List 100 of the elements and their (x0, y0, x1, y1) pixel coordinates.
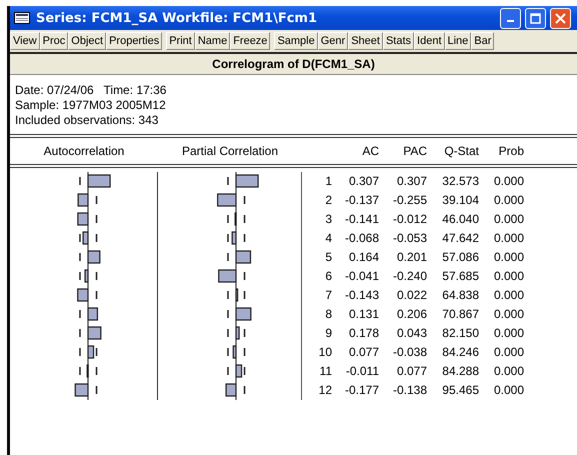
prob-cell-text: 0.000 (492, 192, 524, 209)
pac-cell-text: 0.077 (396, 363, 427, 380)
toolbar-button[interactable]: Ident (414, 32, 444, 50)
ac-cell-text: 0.131 (348, 306, 379, 323)
lag-cell-text: 12 (318, 382, 332, 399)
toolbar-button[interactable]: Object (68, 32, 106, 50)
confidence-mark (96, 291, 98, 299)
confidence-mark (227, 253, 229, 261)
column-header: Autocorrelation (42, 144, 126, 158)
confidence-mark (96, 234, 98, 242)
ac-cell-text: -0.041 (344, 268, 379, 285)
q-stat-cell-text: 57.685 (441, 268, 479, 285)
autocorrelation-bar (86, 364, 89, 378)
toolbar-button[interactable]: Sheet (348, 32, 383, 50)
confidence-mark (79, 310, 81, 318)
confidence-mark (244, 272, 246, 280)
ac-cell-text: -0.143 (344, 287, 379, 304)
toolbar-button[interactable]: Properties (106, 32, 162, 50)
maximize-button[interactable] (525, 8, 546, 28)
confidence-mark (96, 215, 98, 223)
lag-cell-text: 3 (324, 211, 332, 228)
toolbar-button[interactable]: View (10, 32, 40, 50)
partial-correlation-bar (235, 364, 242, 378)
toolbar-button[interactable]: Proc (40, 32, 68, 50)
ac-cell-text: 0.164 (348, 249, 379, 266)
info-line: Sample: 1977M03 2005M12 (15, 98, 167, 113)
toolbar-button[interactable]: Genr (318, 32, 348, 50)
confidence-mark (244, 348, 246, 356)
partial-correlation-bar (218, 269, 237, 283)
confidence-mark (227, 329, 229, 337)
autocorrelation-bar (87, 174, 111, 188)
close-button[interactable] (550, 8, 571, 28)
confidence-mark (227, 291, 229, 299)
toolbar-button[interactable]: Stats (382, 32, 414, 50)
prob-cell-text: 0.000 (492, 306, 524, 323)
ac-cell-text: -0.011 (344, 363, 379, 380)
prob-cell-text: 0.000 (492, 382, 524, 399)
prob-cell-text: 0.000 (492, 287, 524, 304)
close-icon (555, 12, 566, 24)
prob-cell-text: 0.000 (492, 363, 524, 380)
confidence-mark (244, 196, 246, 204)
q-stat-cell-text: 32.573 (441, 173, 479, 190)
q-stat-cell-text: 57.086 (441, 249, 479, 266)
q-stat-cell-text: 47.642 (441, 230, 479, 247)
minimize-button[interactable] (500, 8, 521, 28)
partial-correlation-bar (232, 345, 237, 359)
confidence-mark (79, 272, 81, 280)
partial-correlation-bar (235, 288, 238, 302)
pac-cell-text: 0.206 (396, 306, 427, 323)
ac-cell-text: -0.137 (344, 192, 379, 209)
lag-cell-text: 6 (324, 268, 332, 285)
autocorrelation-bar (78, 193, 89, 207)
prob-cell-text: 0.000 (492, 173, 524, 190)
partial-correlation-bar (225, 383, 237, 397)
lag-cell-text: 10 (318, 344, 332, 361)
autocorrelation-bar (74, 383, 89, 397)
confidence-mark (227, 310, 229, 318)
window-icon (14, 12, 30, 24)
prob-cell-text: 0.000 (492, 268, 524, 285)
ac-cell-text: 0.178 (348, 325, 379, 342)
confidence-mark (227, 215, 229, 223)
lag-cell-text: 1 (324, 173, 332, 190)
autocorrelation-bar (87, 250, 100, 264)
q-stat-cell-text: 84.246 (441, 344, 479, 361)
ac-cell-text: -0.068 (344, 230, 379, 247)
column-header: Prob (498, 144, 524, 158)
confidence-mark (79, 329, 81, 337)
window-title: Series: FCM1_SA Workfile: FCM1\Fcm1 (36, 10, 318, 26)
q-stat-cell-text: 39.104 (441, 192, 479, 209)
q-stat-cell-text: 95.465 (441, 382, 479, 399)
toolbar-button[interactable]: Name (194, 32, 230, 50)
column-header: Q-Stat (443, 144, 479, 158)
pac-cell-text: -0.012 (392, 211, 427, 228)
partial-correlation-bar (235, 250, 252, 264)
toolbar-button[interactable]: Line (444, 32, 472, 50)
confidence-mark (79, 348, 81, 356)
lag-cell-text: 2 (324, 192, 332, 209)
confidence-mark (227, 234, 229, 242)
prob-cell-text: 0.000 (492, 230, 524, 247)
q-stat-cell-text: 70.867 (441, 306, 479, 323)
info-line: Date: 07/24/06 Time: 17:36 (15, 83, 168, 98)
confidence-mark (96, 196, 98, 204)
prob-cell-text: 0.000 (492, 249, 524, 266)
autocorrelation-bar (84, 269, 89, 283)
column-header: PAC (402, 144, 427, 158)
ac-cell-text: -0.141 (344, 211, 379, 228)
pac-cell-text: -0.255 (392, 192, 427, 209)
view-title: Correlogram of D(FCM1_SA) (10, 54, 577, 75)
partial-correlation-bar (232, 231, 237, 245)
toolbar-button[interactable]: Freeze (230, 32, 270, 50)
pac-cell-text: -0.138 (392, 382, 427, 399)
pac-cell-text: -0.053 (392, 230, 427, 247)
ac-cell-text: 0.307 (348, 173, 379, 190)
toolbar-button[interactable]: Bar (471, 32, 494, 50)
toolbar-button[interactable]: Print (166, 32, 195, 50)
partial-correlation-bar (217, 193, 237, 207)
confidence-mark (79, 253, 81, 261)
confidence-mark (244, 234, 246, 242)
confidence-mark (244, 215, 246, 223)
toolbar-button[interactable]: Sample (274, 32, 318, 50)
